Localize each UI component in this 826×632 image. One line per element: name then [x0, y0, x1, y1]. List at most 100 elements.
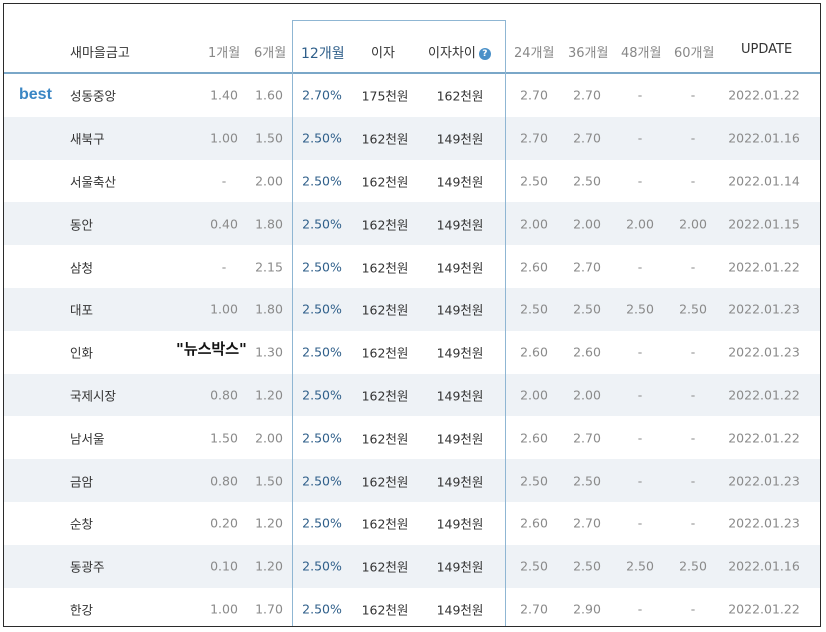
cell-m6: 1.70	[255, 601, 283, 617]
cell-diff: 149천원	[436, 217, 484, 233]
header-36month[interactable]: 36개월	[568, 42, 608, 61]
cell-interest: 162천원	[361, 302, 409, 318]
cell-m6: 1.20	[255, 558, 283, 574]
row-name[interactable]: 대포	[70, 300, 93, 319]
table-row[interactable]: 서울축산 - 2.00 2.50% 162천원 149천원 2.50 2.50 - - 2022.0…	[4, 160, 820, 203]
cell-interest: 162천원	[361, 559, 409, 575]
table-row[interactable]: 인화 1.30 2.50% 162천원 149천원 2.60 2.60 - - 2022.01.2…	[4, 331, 820, 374]
cell-m12: 2.50%	[302, 259, 342, 275]
row-name[interactable]: 한강	[70, 599, 93, 618]
cell-diff: 149천원	[436, 345, 484, 361]
row-name[interactable]: 동광주	[70, 557, 105, 576]
row-name[interactable]: 성동중앙	[70, 86, 116, 105]
table-row[interactable]: 삼청 - 2.15 2.50% 162천원 149천원 2.60 2.70 - - 2022.01.…	[4, 245, 820, 288]
cell-m24: 2.00	[520, 216, 548, 232]
cell-m60: -	[690, 259, 696, 275]
header-48month[interactable]: 48개월	[621, 42, 661, 61]
row-name[interactable]: 순창	[70, 514, 93, 533]
cell-update: 2022.01.23	[728, 473, 800, 489]
table-row[interactable]: best 성동중앙 1.40 1.60 2.70% 175천원 162천원 2.70 2.70 -…	[4, 74, 820, 117]
table-row[interactable]: 순창 0.20 1.20 2.50% 162천원 149천원 2.60 2.70 - - 2022.…	[4, 502, 820, 545]
cell-m60: -	[690, 344, 696, 360]
cell-interest: 162천원	[361, 388, 409, 404]
cell-m6: 1.60	[255, 87, 283, 103]
cell-update: 2022.01.14	[728, 173, 800, 189]
cell-m1: 1.50	[210, 430, 238, 446]
header-6month[interactable]: 6개월	[254, 42, 286, 61]
cell-update: 2022.01.22	[728, 387, 800, 403]
cell-m12: 2.50%	[302, 473, 342, 489]
row-name[interactable]: 인화	[70, 343, 93, 362]
table-row[interactable]: 동안 0.40 1.80 2.50% 162천원 149천원 2.00 2.00 2.00 2.0…	[4, 202, 820, 246]
cell-m24: 2.50	[520, 301, 548, 317]
table-row[interactable]: 동광주 0.10 1.20 2.50% 162천원 149천원 2.50 2.50 2.50 2.…	[4, 544, 820, 588]
table-row[interactable]: 새북구 1.00 1.50 2.50% 162천원 149천원 2.70 2.70 - - 2022…	[4, 116, 820, 160]
table-row[interactable]: 남서울 1.50 2.00 2.50% 162천원 149천원 2.60 2.70 - - 2022…	[4, 416, 820, 459]
cell-diff: 162천원	[436, 88, 484, 104]
table-row[interactable]: 한강 1.00 1.70 2.50% 162천원 149천원 2.70 2.90 - - 2022.…	[4, 588, 820, 626]
row-name[interactable]: 동안	[70, 214, 93, 233]
row-name[interactable]: 남서울	[70, 428, 105, 447]
row-name[interactable]: 서울축산	[70, 171, 116, 190]
header-update[interactable]: UPDATE	[741, 42, 792, 57]
cell-m1: -	[221, 259, 227, 275]
cell-m48: -	[637, 344, 643, 360]
header-name[interactable]: 새마을금고	[70, 42, 130, 61]
cell-m24: 2.00	[520, 387, 548, 403]
cell-m6: 2.00	[255, 430, 283, 446]
table-body: best 성동중앙 1.40 1.60 2.70% 175천원 162천원 2.70 2.70 -…	[4, 74, 820, 626]
cell-m48: 2.00	[626, 216, 654, 232]
cell-diff: 149천원	[436, 174, 484, 190]
cell-m60: 2.50	[679, 558, 707, 574]
cell-update: 2022.01.23	[728, 344, 800, 360]
cell-m36: 2.90	[573, 601, 601, 617]
header-24month[interactable]: 24개월	[514, 42, 554, 61]
header-interest[interactable]: 이자	[371, 42, 395, 61]
row-name[interactable]: 국제시장	[70, 385, 116, 404]
cell-m1: 0.80	[210, 473, 238, 489]
cell-m36: 2.00	[573, 387, 601, 403]
cell-m36: 2.50	[573, 173, 601, 189]
cell-m24: 2.70	[520, 87, 548, 103]
cell-m36: 2.70	[573, 259, 601, 275]
table-row[interactable]: 대포 1.00 1.80 2.50% 162천원 149천원 2.50 2.50 2.50 2.5…	[4, 287, 820, 331]
cell-m60: -	[690, 87, 696, 103]
header-60month[interactable]: 60개월	[674, 42, 714, 61]
cell-m36: 2.60	[573, 344, 601, 360]
help-icon[interactable]: ?	[478, 48, 491, 60]
cell-m48: 2.50	[626, 301, 654, 317]
row-name[interactable]: 새북구	[70, 129, 105, 148]
cell-m48: -	[637, 601, 643, 617]
cell-m1: -	[221, 173, 227, 189]
header-1month[interactable]: 1개월	[208, 42, 240, 61]
cell-m24: 2.60	[520, 344, 548, 360]
cell-m36: 2.50	[573, 473, 601, 489]
cell-diff: 149천원	[436, 388, 484, 404]
cell-m6: 1.50	[255, 473, 283, 489]
table-row[interactable]: 금암 0.80 1.50 2.50% 162천원 149천원 2.50 2.50 - - 2022.…	[4, 459, 820, 502]
cell-m36: 2.50	[573, 558, 601, 574]
cell-interest: 162천원	[361, 602, 409, 618]
table-row[interactable]: 국제시장 0.80 1.20 2.50% 162천원 149천원 2.00 2.00 - - 202…	[4, 373, 820, 417]
cell-m1: 0.20	[210, 515, 238, 531]
cell-diff: 149천원	[436, 131, 484, 147]
cell-m48: -	[637, 87, 643, 103]
cell-m1: 1.00	[210, 301, 238, 317]
header-12month[interactable]: 12개월	[301, 43, 345, 63]
cell-diff: 149천원	[436, 602, 484, 618]
cell-m6: 1.20	[255, 387, 283, 403]
header-interest-diff[interactable]: 이자차이?	[428, 42, 491, 61]
cell-m24: 2.50	[520, 473, 548, 489]
row-name[interactable]: 금암	[70, 471, 93, 490]
cell-m1: 0.80	[210, 387, 238, 403]
cell-m60: -	[690, 601, 696, 617]
cell-m24: 2.60	[520, 515, 548, 531]
table-header: 새마을금고 1개월 6개월 12개월 이자 이자차이? 24개월 36개월 48…	[4, 4, 820, 74]
cell-m6: 1.50	[255, 130, 283, 146]
cell-m12: 2.50%	[302, 301, 342, 317]
row-name[interactable]: 삼청	[70, 257, 93, 276]
cell-diff: 149천원	[436, 516, 484, 532]
cell-interest: 162천원	[361, 345, 409, 361]
cell-m24: 2.60	[520, 430, 548, 446]
cell-m12: 2.50%	[302, 515, 342, 531]
